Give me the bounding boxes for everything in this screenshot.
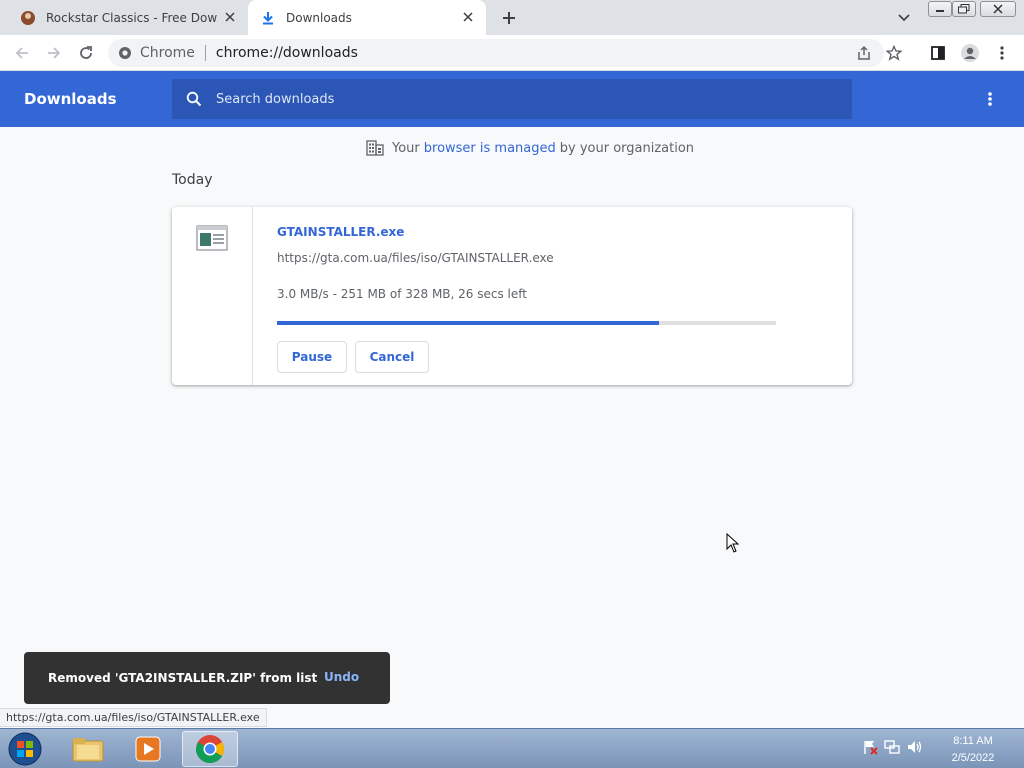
more-vert-icon [1000, 46, 1004, 60]
chrome-menu-button[interactable] [990, 41, 1014, 65]
minimize-button[interactable] [928, 1, 952, 17]
file-source-url[interactable]: https://gta.com.ua/files/iso/GTAINSTALLE… [277, 251, 554, 265]
tab-rockstar[interactable]: Rockstar Classics - Free Downloa [8, 0, 248, 35]
mouse-cursor-icon [726, 533, 740, 553]
search-icon [186, 91, 202, 107]
file-name-link[interactable]: GTAINSTALLER.exe [277, 225, 404, 239]
pause-button[interactable]: Pause [277, 341, 347, 373]
side-panel-icon [931, 46, 945, 60]
section-heading: Today [172, 172, 213, 188]
managed-notice: Your browser is managed by your organiza… [366, 140, 694, 156]
back-button[interactable] [10, 41, 34, 65]
more-vert-icon [988, 92, 992, 106]
url-text[interactable]: chrome://downloads [216, 45, 358, 61]
omnibox-actions [856, 44, 903, 65]
folder-icon [72, 738, 104, 762]
explorer-taskbar-button[interactable] [60, 731, 116, 767]
link-status-bubble: https://gta.com.ua/files/iso/GTAINSTALLE… [0, 708, 267, 727]
chrome-logo-icon [196, 735, 224, 763]
tab-downloads[interactable]: Downloads [248, 0, 486, 35]
progress-fill [277, 321, 659, 325]
system-clock[interactable]: 8:11 AM 2/5/2022 [944, 733, 1002, 767]
exe-file-icon [196, 225, 228, 251]
reload-button[interactable] [74, 41, 98, 65]
downloads-menu-button[interactable] [980, 87, 1000, 111]
toast-message: Removed 'GTA2INSTALLER.ZIP' from list [48, 671, 318, 685]
page-title: Downloads [24, 90, 117, 108]
restore-icon [958, 4, 970, 14]
tab-label: Rockstar Classics - Free Downloa [46, 10, 218, 25]
plus-icon [503, 12, 515, 24]
managed-suffix: by your organization [559, 140, 695, 156]
managed-link[interactable]: browser is managed [424, 141, 556, 156]
close-icon [993, 4, 1003, 14]
windows-start-icon [8, 732, 42, 766]
reload-icon [80, 46, 92, 59]
managed-prefix: Your [392, 140, 420, 156]
close-icon[interactable] [460, 9, 476, 25]
new-tab-button[interactable] [498, 7, 520, 29]
progress-bar [277, 321, 776, 325]
forward-arrow-icon [48, 47, 61, 59]
bookmark-star-icon[interactable] [885, 44, 903, 65]
side-panel-button[interactable] [926, 41, 950, 65]
taskbar: 8:11 AM 2/5/2022 [0, 728, 1024, 768]
close-icon[interactable] [222, 9, 238, 25]
download-status: 3.0 MB/s - 251 MB of 328 MB, 26 secs lef… [277, 287, 527, 301]
download-item: GTAINSTALLER.exe https://gta.com.ua/file… [172, 207, 852, 385]
start-button[interactable] [6, 731, 44, 767]
minimize-icon [936, 10, 944, 12]
clock-time: 8:11 AM [953, 735, 993, 747]
window-close-button[interactable] [980, 1, 1016, 17]
browser-toolbar: Chrome chrome://downloads [0, 35, 1024, 71]
media-player-taskbar-button[interactable] [120, 731, 176, 767]
media-player-icon [135, 736, 161, 762]
download-icon [260, 10, 276, 26]
rockstar-favicon-icon [20, 10, 36, 26]
search-box[interactable] [172, 79, 852, 119]
cancel-button[interactable]: Cancel [355, 341, 429, 373]
restore-button[interactable] [952, 1, 976, 17]
search-input[interactable] [216, 91, 816, 107]
tab-search-button[interactable] [895, 9, 913, 27]
separator [204, 45, 206, 61]
file-icon-column [172, 207, 253, 385]
building-icon [366, 140, 384, 156]
chrome-icon [119, 47, 131, 59]
forward-button[interactable] [42, 41, 66, 65]
back-arrow-icon [15, 47, 28, 59]
profile-button[interactable] [958, 41, 982, 65]
downloads-header: Downloads [0, 71, 1024, 127]
chrome-taskbar-button[interactable] [182, 731, 238, 767]
toast-notification: Removed 'GTA2INSTALLER.ZIP' from list Un… [24, 652, 390, 704]
chevron-down-icon [898, 14, 910, 22]
network-icon[interactable] [884, 739, 900, 755]
share-icon[interactable] [856, 45, 872, 65]
clock-date: 2/5/2022 [951, 752, 995, 764]
avatar-icon [961, 44, 979, 62]
system-tray [862, 739, 924, 755]
tab-label: Downloads [286, 10, 352, 25]
address-bar[interactable]: Chrome chrome://downloads [108, 39, 884, 67]
volume-icon[interactable] [906, 739, 924, 755]
site-label: Chrome [140, 45, 195, 61]
tab-strip: Rockstar Classics - Free Downloa Downloa… [0, 0, 1024, 35]
undo-button[interactable]: Undo [324, 670, 359, 684]
action-center-flag-icon[interactable] [862, 739, 878, 755]
